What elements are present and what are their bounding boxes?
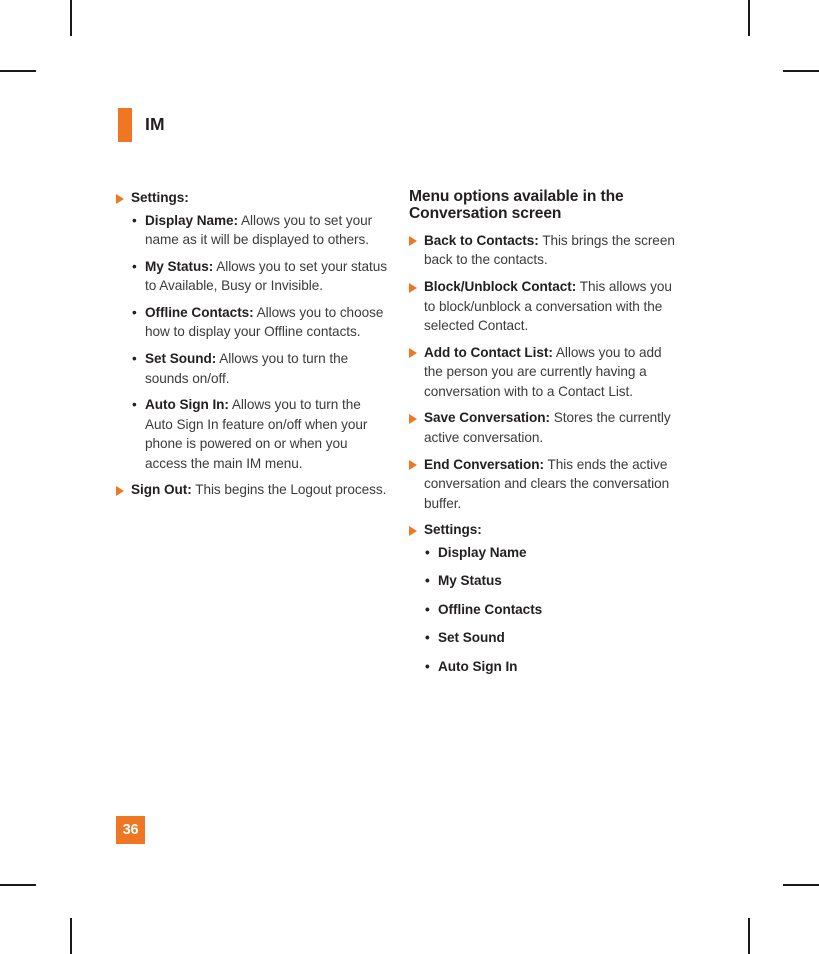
- menu-option-entry: Back to Contacts: This brings the screen…: [409, 231, 684, 270]
- triangle-right-icon: [409, 460, 417, 471]
- list-item-lead: Offline Contacts:: [145, 304, 254, 320]
- list-item-lead: Set Sound:: [145, 350, 217, 366]
- left-sign-out-entry: Sign Out: This begins the Logout process…: [116, 480, 391, 500]
- left-sign-out-lead: Sign Out:: [131, 482, 192, 498]
- menu-option-entry: Save Conversation: Stores the currently …: [409, 408, 684, 447]
- triangle-right-icon: [409, 413, 417, 424]
- left-settings-list: Display Name: Allows you to set your nam…: [116, 211, 391, 474]
- right-settings-list: Display Name My Status Offline Contacts …: [409, 543, 684, 677]
- chapter-accent-bar: [118, 108, 132, 142]
- triangle-right-icon: [409, 525, 417, 536]
- list-item-lead: Auto Sign In:: [145, 397, 229, 413]
- left-column: Settings: Display Name: Allows you to se…: [116, 188, 391, 507]
- list-item-lead: My Status:: [145, 258, 214, 274]
- menu-option-lead: End Conversation:: [424, 456, 544, 472]
- manual-page: IM Settings: Display Name: Allows you to…: [0, 0, 819, 954]
- menu-option-entry: Block/Unblock Contact: This allows you t…: [409, 277, 684, 336]
- right-settings-label: Settings:: [424, 522, 482, 538]
- chapter-title: IM: [145, 114, 165, 135]
- list-item: Offline Contacts: [425, 600, 684, 620]
- left-settings-entry: Settings:: [116, 188, 391, 208]
- list-item: Set Sound: Allows you to turn the sounds…: [132, 349, 391, 388]
- triangle-right-icon: [409, 348, 417, 359]
- menu-option-lead: Block/Unblock Contact:: [424, 279, 577, 295]
- list-item: Display Name: Allows you to set your nam…: [132, 211, 391, 250]
- list-item: My Status: Allows you to set your status…: [132, 257, 391, 296]
- left-settings-label: Settings:: [131, 190, 189, 205]
- list-item: My Status: [425, 571, 684, 591]
- left-sign-out-body: This begins the Logout process.: [191, 482, 387, 498]
- list-item: Display Name: [425, 543, 684, 563]
- list-item: Auto Sign In: [425, 657, 684, 677]
- menu-option-lead: Save Conversation:: [424, 410, 551, 426]
- list-item: Set Sound: [425, 628, 684, 648]
- menu-option-entry: End Conversation: This ends the active c…: [409, 455, 684, 514]
- list-item: Auto Sign In: Allows you to turn the Aut…: [132, 395, 391, 473]
- page-number-badge: 36: [116, 816, 145, 844]
- right-column: Menu options available in the Conversati…: [409, 188, 684, 686]
- menu-option-lead: Back to Contacts:: [424, 232, 539, 248]
- list-item: Offline Contacts: Allows you to choose h…: [132, 303, 391, 342]
- menu-option-lead: Add to Contact List:: [424, 344, 553, 360]
- section-heading: Menu options available in the Conversati…: [409, 188, 624, 223]
- chapter-header: IM: [118, 107, 165, 143]
- right-settings-entry: Settings:: [409, 520, 684, 540]
- triangle-right-icon: [409, 236, 417, 247]
- menu-option-entry: Add to Contact List: Allows you to add t…: [409, 343, 684, 402]
- list-item-lead: Display Name:: [145, 212, 239, 228]
- triangle-right-icon: [116, 193, 124, 204]
- triangle-right-icon: [409, 282, 417, 293]
- triangle-right-icon: [116, 485, 124, 496]
